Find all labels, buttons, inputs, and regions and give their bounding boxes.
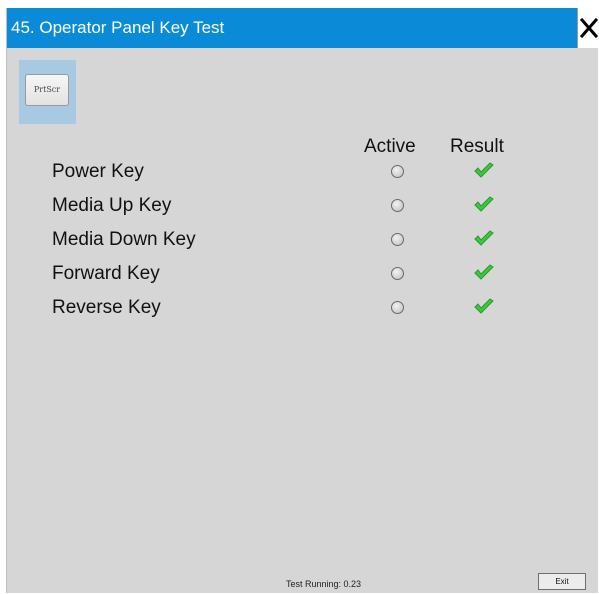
checkmark-icon bbox=[474, 264, 494, 280]
active-indicator bbox=[391, 165, 404, 178]
key-row-power: Power Key bbox=[7, 157, 599, 191]
checkmark-icon bbox=[474, 162, 494, 178]
key-row-media-up: Media Up Key bbox=[7, 191, 599, 225]
column-header-result: Result bbox=[450, 136, 504, 157]
prtscr-highlight: PrtScr bbox=[19, 60, 76, 124]
key-label: Media Up Key bbox=[52, 195, 172, 216]
prtscr-button[interactable]: PrtScr bbox=[25, 74, 69, 106]
close-x-icon bbox=[579, 17, 599, 39]
checkmark-icon bbox=[474, 230, 494, 246]
key-test-window: 45. Operator Panel Key Test PrtScr Activ… bbox=[6, 8, 599, 593]
key-label: Forward Key bbox=[52, 263, 160, 284]
key-label: Reverse Key bbox=[52, 297, 161, 318]
key-row-media-down: Media Down Key bbox=[7, 225, 599, 259]
title-bar: 45. Operator Panel Key Test bbox=[7, 8, 577, 48]
key-label: Power Key bbox=[52, 161, 144, 182]
active-indicator bbox=[391, 301, 404, 314]
column-header-active: Active bbox=[364, 136, 416, 157]
key-label: Media Down Key bbox=[52, 229, 196, 250]
exit-button[interactable]: Exit bbox=[538, 573, 586, 590]
close-button[interactable] bbox=[577, 8, 599, 48]
active-indicator bbox=[391, 199, 404, 212]
window-title: 45. Operator Panel Key Test bbox=[11, 18, 225, 37]
active-indicator bbox=[391, 233, 404, 246]
status-text: Test Running: 0.23 bbox=[286, 579, 362, 589]
active-indicator bbox=[391, 267, 404, 280]
checkmark-icon bbox=[474, 196, 494, 212]
checkmark-icon bbox=[474, 298, 494, 314]
key-row-forward: Forward Key bbox=[7, 259, 599, 293]
key-row-reverse: Reverse Key bbox=[7, 293, 599, 327]
